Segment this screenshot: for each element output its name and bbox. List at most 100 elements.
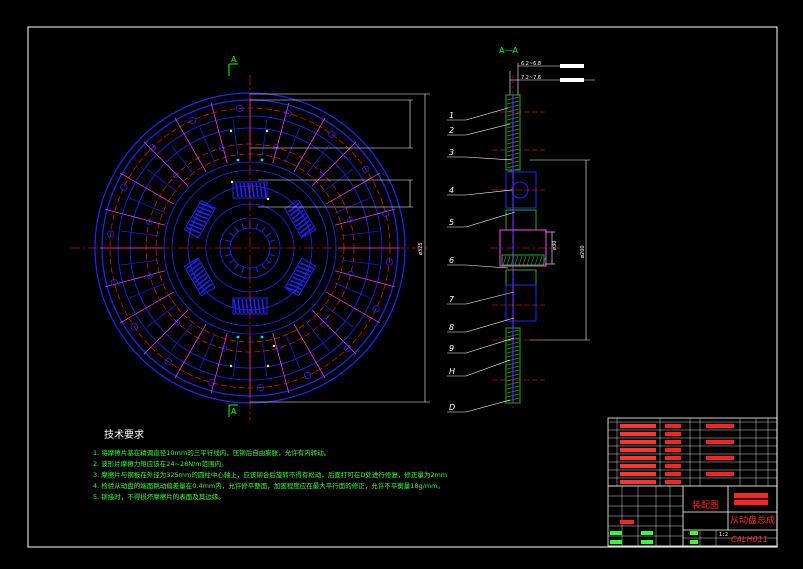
rivet — [328, 130, 336, 138]
parts-material-cell — [706, 440, 734, 444]
friction-slot — [143, 309, 189, 355]
friction-slot — [119, 291, 174, 324]
marker-dot — [266, 364, 270, 368]
drawing-name: 从动盘总成 — [730, 514, 775, 526]
damper-spring — [183, 199, 216, 239]
parts-code-cell — [620, 424, 656, 428]
label-leader — [465, 107, 509, 121]
damper-plate-top — [505, 209, 537, 230]
parts-name-cell — [665, 448, 681, 452]
section-view-part — [490, 75, 560, 410]
parts-name-cell — [665, 424, 681, 428]
label-leader — [465, 337, 515, 354]
label-leader — [465, 359, 511, 377]
segment-line — [146, 303, 178, 328]
hub-hatch — [538, 255, 543, 266]
section-mark-top: A — [231, 55, 237, 64]
hub-spline — [255, 266, 259, 273]
parts-name-cell — [665, 440, 681, 444]
segment-line — [261, 119, 268, 157]
parts-material-cell — [706, 472, 734, 476]
rivet — [188, 116, 197, 124]
tech-req-1: 1. 将摩擦片基在精调直径10mm的三平行线内，压铆后自由膨胀，允许有内转动。 — [93, 448, 330, 457]
outer-diameter-dim: ø325 — [418, 242, 424, 255]
marker-dot — [236, 158, 240, 162]
spring-coil — [239, 182, 243, 198]
hub-spline — [265, 232, 272, 237]
part-label-3: 3 — [449, 148, 454, 157]
hub-hatch — [514, 255, 519, 266]
part-label-9: 9 — [449, 344, 454, 353]
hub-spline — [228, 232, 235, 237]
segment-line — [121, 230, 159, 237]
parts-material-cell — [706, 456, 734, 460]
dim-top-1: 6.2~6.8 — [521, 61, 541, 67]
segment-line — [129, 197, 166, 214]
hub-spline — [234, 263, 239, 270]
rivet — [208, 379, 216, 387]
friction-slot — [272, 103, 290, 164]
spring-coil — [253, 298, 257, 314]
spring-coil — [200, 283, 213, 294]
segment-line — [232, 339, 239, 377]
parts-name-cell — [665, 464, 681, 468]
marker-dot — [265, 129, 269, 133]
label-leader — [465, 317, 515, 333]
rivet — [120, 183, 128, 191]
label-leader — [465, 399, 511, 413]
parts-name-cell — [665, 472, 681, 476]
segment-line — [284, 127, 301, 164]
spring-housing-bottom — [505, 284, 537, 322]
hub-spline — [261, 226, 266, 233]
right-diameter-dim: ø200 — [580, 245, 586, 258]
friction-slot — [119, 172, 174, 205]
marker-dot — [230, 180, 234, 184]
hub-spline — [265, 259, 272, 264]
hub-spline — [241, 266, 245, 273]
spring-coil — [259, 182, 263, 198]
parts-material-cell — [706, 424, 734, 428]
parts-name-cell — [665, 456, 681, 460]
label-leader — [465, 156, 513, 161]
part-label-7: 7 — [449, 295, 455, 304]
part-label-H: H — [449, 367, 455, 376]
spring-coil — [257, 298, 261, 314]
friction-slot — [105, 270, 166, 288]
section-mark-bottom: A — [231, 407, 237, 416]
damper-plate-bottom — [505, 269, 537, 285]
damper-spring — [284, 257, 317, 297]
spring-coil — [235, 182, 239, 198]
rivet — [382, 209, 390, 218]
spring-coil — [243, 182, 247, 198]
hub-spline — [225, 253, 232, 257]
rivet — [110, 278, 118, 287]
friction-slot — [272, 332, 290, 393]
drawing-frame — [27, 26, 778, 548]
tech-req-2: 2. 波形片摩擦力矩应该在24~28N/m范围内。 — [93, 459, 228, 468]
hub-spline — [268, 253, 275, 257]
friction-slot — [210, 332, 228, 393]
friction-slot — [143, 141, 189, 187]
spring-coil — [241, 298, 245, 314]
label-leader — [465, 123, 511, 136]
spring-coil — [245, 298, 249, 314]
scale-value: 1:2 — [719, 532, 728, 538]
spring-coil — [237, 298, 241, 314]
tech-req-4: 4. 检验从动盘的端面跳动偏差量在0.4mm内，允许修平整面，加固程度应在最大平… — [93, 481, 444, 490]
parts-name-cell — [665, 432, 681, 436]
segment-line — [322, 168, 354, 193]
damper-spring — [183, 257, 216, 297]
part-label-5: 5 — [449, 218, 454, 227]
spring-coil — [299, 223, 312, 234]
hub-hatch — [530, 255, 535, 266]
part-label-1: 1 — [449, 111, 454, 120]
hub-hatch — [518, 255, 523, 266]
inner-rivet — [275, 345, 281, 351]
segment-line — [341, 259, 379, 266]
hub-hatch — [502, 255, 507, 266]
hub-spline — [225, 239, 232, 243]
hub-spline — [268, 239, 275, 243]
friction-slot — [174, 117, 207, 172]
tech-requirements-title: 技术要求 — [104, 428, 144, 441]
hub-spline — [255, 223, 259, 230]
